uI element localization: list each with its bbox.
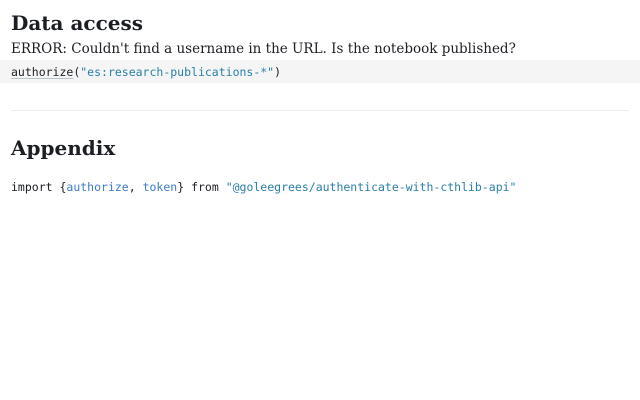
import-statement[interactable]: import {authorize, token} from "@goleegr… (11, 179, 516, 195)
section-divider (11, 110, 629, 111)
code-line-authorize: authorize("es:research-publications-*") (11, 64, 281, 80)
import-name-authorize: authorize (66, 180, 129, 194)
scope-string: "es:research-publications-*" (80, 65, 275, 79)
from-keyword: from (184, 180, 226, 194)
import-keyword: import (11, 180, 53, 194)
section-title-data-access: Data access (11, 11, 144, 35)
brace-open: { (52, 180, 67, 194)
import-name-token: token (142, 180, 178, 194)
paren-close: ) (274, 65, 282, 79)
code-cell-authorize[interactable]: authorize("es:research-publications-*") (0, 60, 640, 83)
authorize-function-link[interactable]: authorize (11, 65, 73, 79)
notebook-page: Data access ERROR: Couldn't find a usern… (0, 0, 640, 400)
import-source-link[interactable]: "@goleegrees/authenticate-with-cthlib-ap… (226, 180, 517, 194)
import-comma: , (128, 180, 143, 194)
error-message: ERROR: Couldn't find a username in the U… (11, 41, 516, 57)
section-title-appendix: Appendix (11, 136, 116, 160)
